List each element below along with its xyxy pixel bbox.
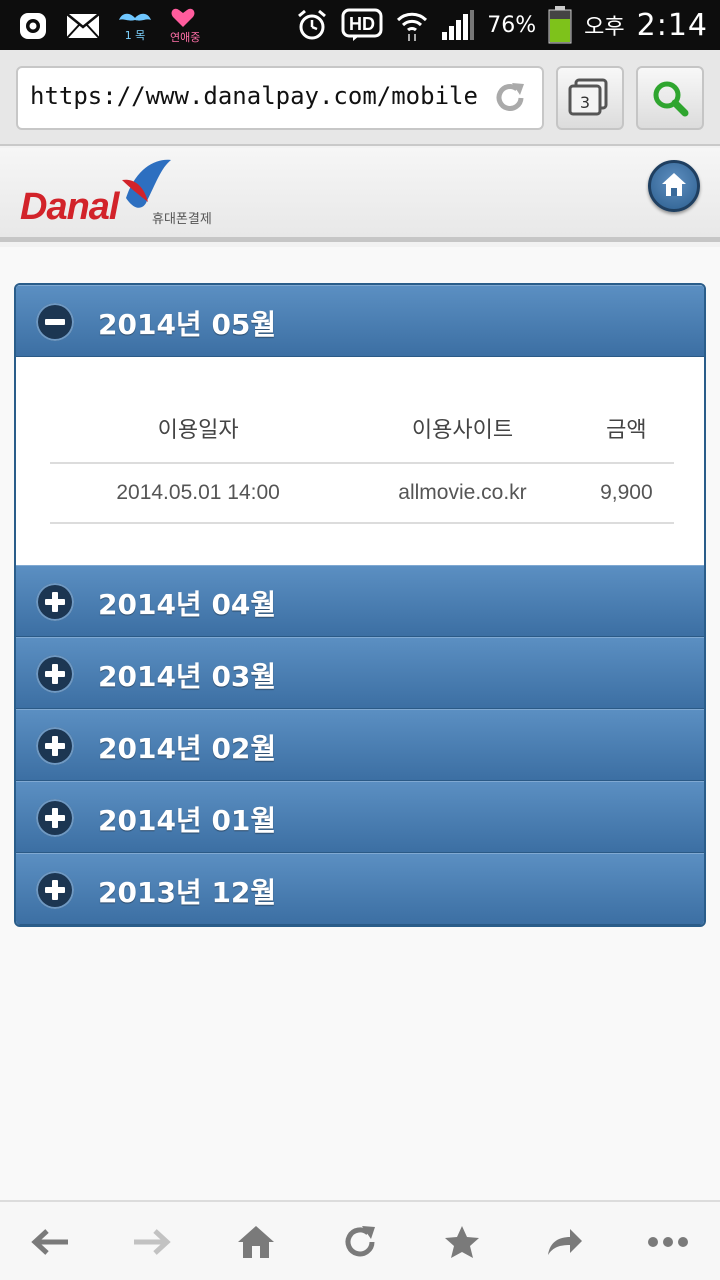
accordion-title: 2014년 02월 (98, 732, 277, 765)
expand-icon (36, 727, 74, 765)
search-icon (653, 81, 689, 117)
accordion-title: 2014년 01월 (98, 804, 277, 837)
expand-icon (36, 799, 74, 837)
hd-icon: HD (341, 8, 383, 41)
back-button[interactable] (28, 1220, 72, 1264)
expand-icon (36, 655, 74, 693)
clock: 2:14 (636, 7, 708, 43)
browser-toolbar: https://www.danalpay.com/mobile 3 (0, 50, 720, 146)
refresh-button[interactable] (338, 1220, 382, 1264)
home-icon (238, 1226, 274, 1258)
accordion-title: 2013년 12월 (98, 876, 277, 909)
cell-site: allmovie.co.kr (346, 463, 579, 524)
signal-icon (442, 10, 475, 40)
more-button[interactable] (646, 1220, 690, 1264)
home-button[interactable] (234, 1220, 278, 1264)
home-icon (662, 173, 686, 196)
table-row: 2014.05.01 14:00 allmovie.co.kr 9,900 (50, 463, 674, 524)
status-system: HD 76% 오후 2:14 (295, 6, 708, 44)
mail-icon (66, 12, 100, 39)
logo-subtitle: 휴대폰결제 (152, 212, 212, 227)
bookmark-button[interactable] (440, 1220, 484, 1264)
accordion-header[interactable]: 2013년 12월 (16, 853, 704, 925)
search-button[interactable] (636, 66, 704, 130)
col-amount-header: 금액 (578, 393, 674, 464)
notif-1-label: 1 목 (124, 28, 146, 42)
accordion-title: 2014년 05월 (98, 308, 277, 341)
battery-icon (548, 6, 572, 44)
notif-heart: 연애중 (170, 8, 200, 43)
collapse-icon (36, 303, 74, 341)
reload-icon[interactable] (492, 80, 528, 116)
accordion-header[interactable]: 2014년 01월 (16, 781, 704, 853)
address-bar[interactable]: https://www.danalpay.com/mobile (16, 66, 544, 130)
accordion-body: 이용일자 이용사이트 금액 2014.05.01 14:00 allmovie.… (16, 357, 704, 565)
accordion-header-expanded[interactable]: 2014년 05월 (16, 285, 704, 357)
accordion-header[interactable]: 2014년 02월 (16, 709, 704, 781)
danal-logo[interactable]: Danal 휴대폰결제 (20, 158, 240, 234)
site-home-button[interactable] (648, 160, 700, 212)
accordion-title: 2014년 04월 (98, 588, 277, 621)
col-site-header: 이용사이트 (346, 393, 579, 464)
forward-button[interactable] (130, 1220, 174, 1264)
wifi-icon (397, 12, 428, 41)
app-o-icon (20, 12, 46, 39)
share-icon (548, 1229, 582, 1255)
expand-icon (36, 871, 74, 909)
url-text[interactable]: https://www.danalpay.com/mobile (30, 82, 478, 110)
status-bar: 1 목 연애중 HD 76% 오후 2:14 (0, 0, 720, 50)
mustache-icon (119, 13, 151, 21)
cell-amount: 9,900 (578, 463, 674, 524)
share-button[interactable] (542, 1220, 586, 1264)
heart-icon (171, 8, 195, 27)
tabs-icon: 3 (568, 78, 608, 116)
monthly-history-accordion: 2014년 05월 이용일자 이용사이트 금액 2014.05.01 14:00… (14, 283, 706, 927)
site-header: Danal 휴대폰결제 (0, 148, 720, 242)
forward-arrow-icon (134, 1229, 171, 1255)
table-header-row: 이용일자 이용사이트 금액 (50, 393, 674, 464)
accordion-header[interactable]: 2014년 03월 (16, 637, 704, 709)
accordion-title: 2014년 03월 (98, 660, 277, 693)
time-period: 오후 (584, 15, 625, 40)
expand-icon (36, 583, 74, 621)
refresh-icon (345, 1226, 375, 1257)
cell-date: 2014.05.01 14:00 (50, 463, 347, 524)
more-icon (648, 1237, 688, 1247)
star-icon (445, 1226, 479, 1258)
notif-2-label: 연애중 (170, 31, 201, 44)
tabs-button[interactable]: 3 (556, 66, 624, 130)
logo-text: Danal (20, 186, 119, 228)
battery-percent: 76% (487, 12, 537, 38)
back-arrow-icon (31, 1229, 68, 1255)
svg-text:HD: HD (349, 14, 375, 34)
browser-bottom-toolbar (0, 1200, 720, 1280)
tab-count: 3 (580, 93, 590, 112)
notif-mustache: 1 목 (118, 11, 152, 41)
alarm-icon (298, 9, 327, 40)
status-notifications: 1 목 연애중 (18, 8, 200, 43)
accordion-header[interactable]: 2014년 04월 (16, 565, 704, 637)
col-date-header: 이용일자 (50, 393, 347, 464)
payment-table: 이용일자 이용사이트 금액 2014.05.01 14:00 allmovie.… (50, 393, 674, 524)
content-area: 2014년 05월 이용일자 이용사이트 금액 2014.05.01 14:00… (0, 247, 720, 1200)
